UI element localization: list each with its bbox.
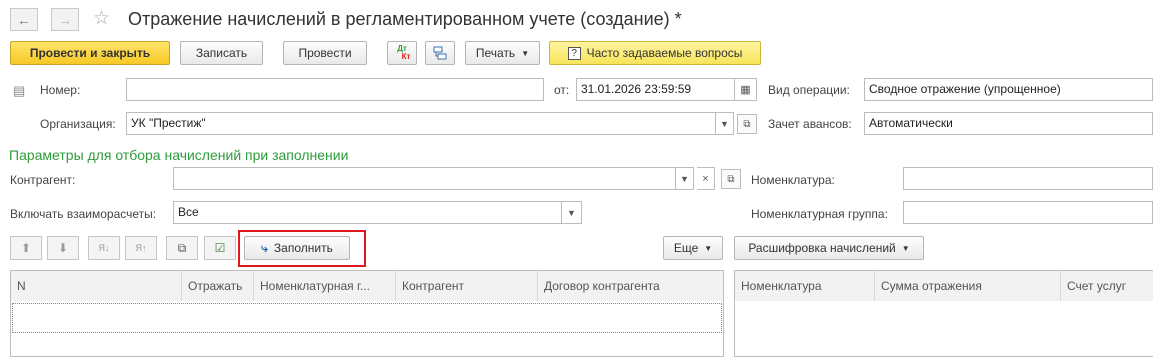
dt-kt-button[interactable]: Дт Кт [387,41,417,65]
faq-button[interactable]: ? Часто задаваемые вопросы [549,41,761,65]
nomenclature-label: Номенклатура: [751,173,835,187]
contragent-label: Контрагент: [10,173,76,187]
save-button[interactable]: Записать [180,41,263,65]
arrow-left-icon: ← [17,11,31,28]
copy-icon: ⧉ [177,240,187,255]
favorite-star-icon[interactable]: ☆ [93,7,110,30]
column-header-contract[interactable]: Договор контрагента [538,271,723,301]
number-label: Номер: [40,83,81,97]
operation-type-label: Вид операции: [768,83,850,97]
sort-descending-icon: Я↑ [135,243,147,253]
chevron-down-icon: ▼ [567,207,576,218]
column-header-service-account[interactable]: Счет услуг [1061,271,1153,301]
dt-kt-icon-bottom: Кт [401,52,411,61]
faq-label: Часто задаваемые вопросы [586,46,743,60]
post-button[interactable]: Провести [283,41,367,65]
page-title: Отражение начислений в регламентированно… [128,9,682,29]
mutual-settlements-label: Включать взаиморасчеты: [10,207,157,221]
fill-arrow-icon: ⤷ [261,240,268,255]
breakdown-table[interactable]: Номенклатура Сумма отражения Счет услуг [734,270,1153,357]
arrow-up-icon: ⬆ [20,241,32,255]
nomenclature-group-label: Номенклатурная группа: [751,207,888,221]
more-label: Еще [673,241,699,255]
dropdown-arrow-icon: ▼ [521,48,530,58]
column-header-contragent[interactable]: Контрагент [396,271,538,301]
mutual-settlements-field[interactable]: Все [173,201,562,224]
print-button[interactable]: Печать ▼ [465,41,540,65]
organization-open-button[interactable]: ⧉ [737,114,757,134]
sort-ascending-button[interactable]: Я↓ [88,236,120,260]
operation-type-field[interactable]: Сводное отражение (упрощенное) [864,78,1153,101]
back-button[interactable]: ← [10,8,38,31]
number-field[interactable] [126,78,544,101]
post-and-close-button[interactable]: Провести и закрыть [10,41,170,65]
sort-ascending-icon: Я↓ [98,243,110,253]
move-down-button[interactable]: ⬇ [47,236,79,260]
column-header-n[interactable]: N [11,271,182,301]
select-all-button[interactable]: ☑ [204,236,236,260]
print-label: Печать [475,46,516,60]
nomenclature-field[interactable] [903,167,1153,190]
move-up-button[interactable]: ⬆ [10,236,42,260]
nomenclature-group-field[interactable] [903,201,1153,224]
contragent-dropdown-button[interactable]: ▼ [676,167,694,190]
accruals-table[interactable]: N Отражать Номенклатурная г... Контраген… [10,270,724,357]
copy-button[interactable]: ⧉ [166,236,198,260]
organization-field[interactable]: УК "Престиж" [126,112,716,135]
fill-label: Заполнить [273,241,333,255]
breakdown-button[interactable]: Расшифровка начислений ▼ [734,236,924,260]
structure-icon [433,46,447,60]
open-link-icon: ⧉ [743,118,751,130]
table-row[interactable] [12,303,722,333]
column-header-amount[interactable]: Сумма отражения [875,271,1061,301]
calendar-button[interactable]: ▦ [735,78,757,101]
organization-label: Организация: [40,117,116,131]
column-header-nomenclature[interactable]: Номенклатура [735,271,875,301]
mutual-settlements-dropdown-button[interactable]: ▼ [562,201,582,224]
document-list-icon: ▤ [13,83,26,98]
contragent-clear-button[interactable]: × [697,167,715,190]
column-header-reflect[interactable]: Отражать [182,271,254,301]
advance-offset-label: Зачет авансов: [768,117,852,131]
date-label: от: [554,83,570,97]
structure-button[interactable] [425,41,455,65]
fill-button[interactable]: ⤷ Заполнить [244,236,350,260]
arrow-down-icon: ⬇ [57,241,69,255]
close-icon: × [702,172,709,185]
sort-descending-button[interactable]: Я↑ [125,236,157,260]
contragent-open-button[interactable]: ⧉ [721,169,741,189]
help-icon: ? [567,46,581,60]
chevron-down-icon: ▼ [680,173,689,184]
arrow-right-icon: → [58,11,72,28]
open-link-icon: ⧉ [727,173,735,185]
checkbox-check-icon: ☑ [214,241,226,255]
breakdown-label: Расшифровка начислений [748,241,896,255]
chevron-down-icon: ▼ [720,118,729,129]
dropdown-arrow-icon: ▼ [704,243,713,253]
date-field[interactable]: 31.01.2026 23:59:59 [576,78,735,101]
organization-dropdown-button[interactable]: ▼ [716,112,734,135]
calendar-icon: ▦ [740,84,751,96]
forward-button[interactable]: → [51,8,79,31]
more-button[interactable]: Еще ▼ [663,236,723,260]
advance-offset-field[interactable]: Автоматически [864,112,1153,135]
filter-section-title: Параметры для отбора начислений при запо… [9,147,349,163]
contragent-field[interactable] [173,167,676,190]
dropdown-arrow-icon: ▼ [901,243,910,253]
column-header-nomenclature-group[interactable]: Номенклатурная г... [254,271,396,301]
